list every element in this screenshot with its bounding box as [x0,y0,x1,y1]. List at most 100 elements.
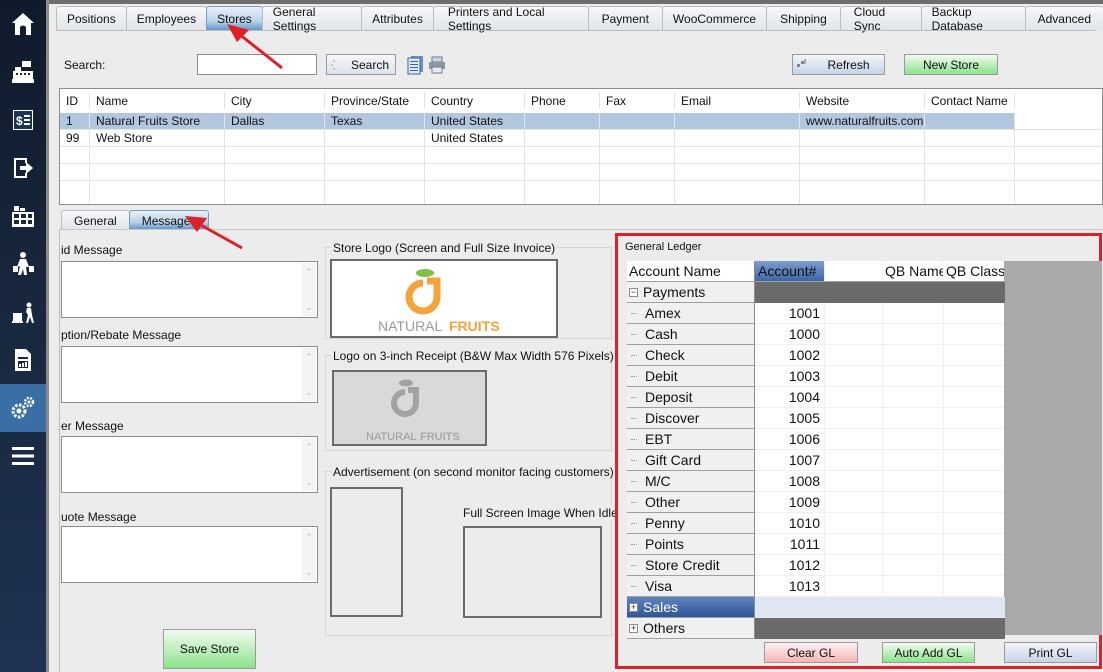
gl-qb-name-cell[interactable] [883,471,944,492]
gl-account-row[interactable]: Points 1011 [627,534,1005,555]
gl-qb-name-cell[interactable] [883,324,944,345]
scroll-down-icon[interactable]: ⌄ [302,385,316,399]
gl-qb-name-cell[interactable] [883,492,944,513]
column-header-email[interactable]: Email [675,92,800,109]
gl-account-number[interactable]: 1004 [755,387,825,408]
gl-group-name[interactable]: + Others [627,618,755,639]
gl-blank-cell[interactable] [825,429,883,450]
gl-group-row[interactable]: − Payments [627,282,1005,303]
sidebar-item-register[interactable] [0,48,46,96]
column-header-phone[interactable]: Phone [525,92,600,109]
gl-account-number[interactable]: 1006 [755,429,825,450]
gl-account-row[interactable]: EBT 1006 [627,429,1005,450]
gl-blank-cell[interactable] [825,366,883,387]
gl-blank-cell[interactable] [825,576,883,597]
sidebar-item-delivery[interactable] [0,288,46,336]
tab-positions[interactable]: Positions [56,6,127,31]
void-message-textarea[interactable]: ⌃ ⌄ [61,261,318,318]
advertisement-image[interactable] [330,487,403,617]
gl-account-number[interactable]: 1007 [755,450,825,471]
sidebar-item-inventory[interactable] [0,192,46,240]
column-header-country[interactable]: Country [425,92,525,109]
gl-qb-name-cell[interactable] [883,387,944,408]
gl-column-account-number[interactable]: Account# [755,261,825,282]
gl-group-row[interactable]: + Others [627,618,1005,639]
gl-qb-class-cell[interactable] [944,324,1004,345]
gl-account-number[interactable]: 1008 [755,471,825,492]
column-header-name[interactable]: Name [90,92,225,109]
tab-attributes[interactable]: Attributes [361,6,434,31]
sidebar-item-customers[interactable] [0,240,46,288]
tab-employees[interactable]: Employees [125,6,208,31]
gl-account-row[interactable]: Deposit 1004 [627,387,1005,408]
scroll-down-icon[interactable]: ⌄ [302,475,316,489]
scroll-down-icon[interactable]: ⌄ [302,300,316,314]
gl-blank-cell[interactable] [825,450,883,471]
quote-message-scrollbar[interactable]: ⌃ ⌄ [302,528,316,581]
sidebar-item-exit[interactable] [0,144,46,192]
scroll-down-icon[interactable]: ⌄ [302,565,316,579]
subtab-general[interactable]: General [61,210,130,230]
table-row[interactable]: 1 Natural Fruits Store Dallas Texas Unit… [60,113,1102,130]
gl-blank-cell[interactable] [825,303,883,324]
gl-qb-class-cell[interactable] [944,303,1004,324]
store-logo-image[interactable]: NATURAL FRUITS [330,259,558,338]
gl-account-row[interactable]: Store Credit 1012 [627,555,1005,576]
gl-blank-cell[interactable] [825,555,883,576]
gl-qb-name-cell[interactable] [883,366,944,387]
gl-account-row[interactable]: Cash 1000 [627,324,1005,345]
receipt-logo-image[interactable]: NATURAL FRUITS [332,370,487,446]
gl-qb-name-cell[interactable] [883,555,944,576]
gl-account-row[interactable]: Penny 1010 [627,513,1005,534]
gl-qb-class-cell[interactable] [944,345,1004,366]
promotion-rebate-message-textarea[interactable]: ⌃ ⌄ [61,346,318,403]
gl-qb-class-cell[interactable] [944,513,1004,534]
tab-cloud-sync[interactable]: Cloud Sync [839,5,922,33]
quote-message-textarea[interactable]: ⌃ ⌄ [61,526,318,583]
void-message-scrollbar[interactable]: ⌃ ⌄ [302,263,316,316]
gl-account-number[interactable]: 1010 [755,513,825,534]
gl-blank-cell[interactable] [825,408,883,429]
refresh-button[interactable]: Refresh [792,54,885,75]
gl-account-number[interactable]: 1001 [755,303,825,324]
gl-group-name[interactable]: − Payments [627,282,755,303]
gl-account-row[interactable]: Other 1009 [627,492,1005,513]
gl-qb-name-cell[interactable] [883,513,944,534]
gl-qb-name-cell[interactable] [883,450,944,471]
tab-payment[interactable]: Payment [587,6,663,31]
scroll-up-icon[interactable]: ⌃ [302,265,316,279]
gl-qb-class-cell[interactable] [944,555,1004,576]
sidebar-item-menu[interactable] [0,432,46,480]
sidebar-item-home[interactable] [0,0,46,48]
gl-account-number[interactable]: 1009 [755,492,825,513]
gl-blank-cell[interactable] [825,492,883,513]
collapse-icon[interactable]: − [629,287,638,297]
print-gl-button[interactable]: Print GL [1004,642,1097,663]
gl-account-number[interactable]: 1013 [755,576,825,597]
gl-account-number[interactable]: 1000 [755,324,825,345]
gl-qb-name-cell[interactable] [883,303,944,324]
gl-blank-cell[interactable] [825,387,883,408]
footer-message-textarea[interactable]: ⌃ ⌄ [61,436,318,493]
footer-message-scrollbar[interactable]: ⌃ ⌄ [302,438,316,491]
tab-woocommerce[interactable]: WooCommerce [661,6,768,31]
gl-qb-name-cell[interactable] [883,576,944,597]
gl-qb-class-cell[interactable] [944,408,1004,429]
gl-qb-name-cell[interactable] [883,534,944,555]
gl-account-number[interactable]: 1005 [755,408,825,429]
tab-printers-local-settings[interactable]: Printers and Local Settings [432,5,589,33]
gl-column-account-name[interactable]: Account Name [627,261,755,282]
sidebar-item-sales[interactable]: $ [0,96,46,144]
column-header-id[interactable]: ID [60,92,90,109]
gl-qb-class-cell[interactable] [944,471,1004,492]
sidebar-item-reports[interactable] [0,336,46,384]
sidebar-item-settings[interactable] [0,384,46,432]
gl-qb-name-cell[interactable] [883,429,944,450]
expand-icon[interactable]: + [629,623,638,633]
column-header-contact-name[interactable]: Contact Name [925,92,1015,109]
scroll-up-icon[interactable]: ⌃ [302,440,316,454]
gl-blank-cell[interactable] [825,324,883,345]
tab-advanced[interactable]: Advanced [1024,6,1103,31]
idle-image[interactable] [463,526,602,618]
printer-icon[interactable] [428,56,446,74]
